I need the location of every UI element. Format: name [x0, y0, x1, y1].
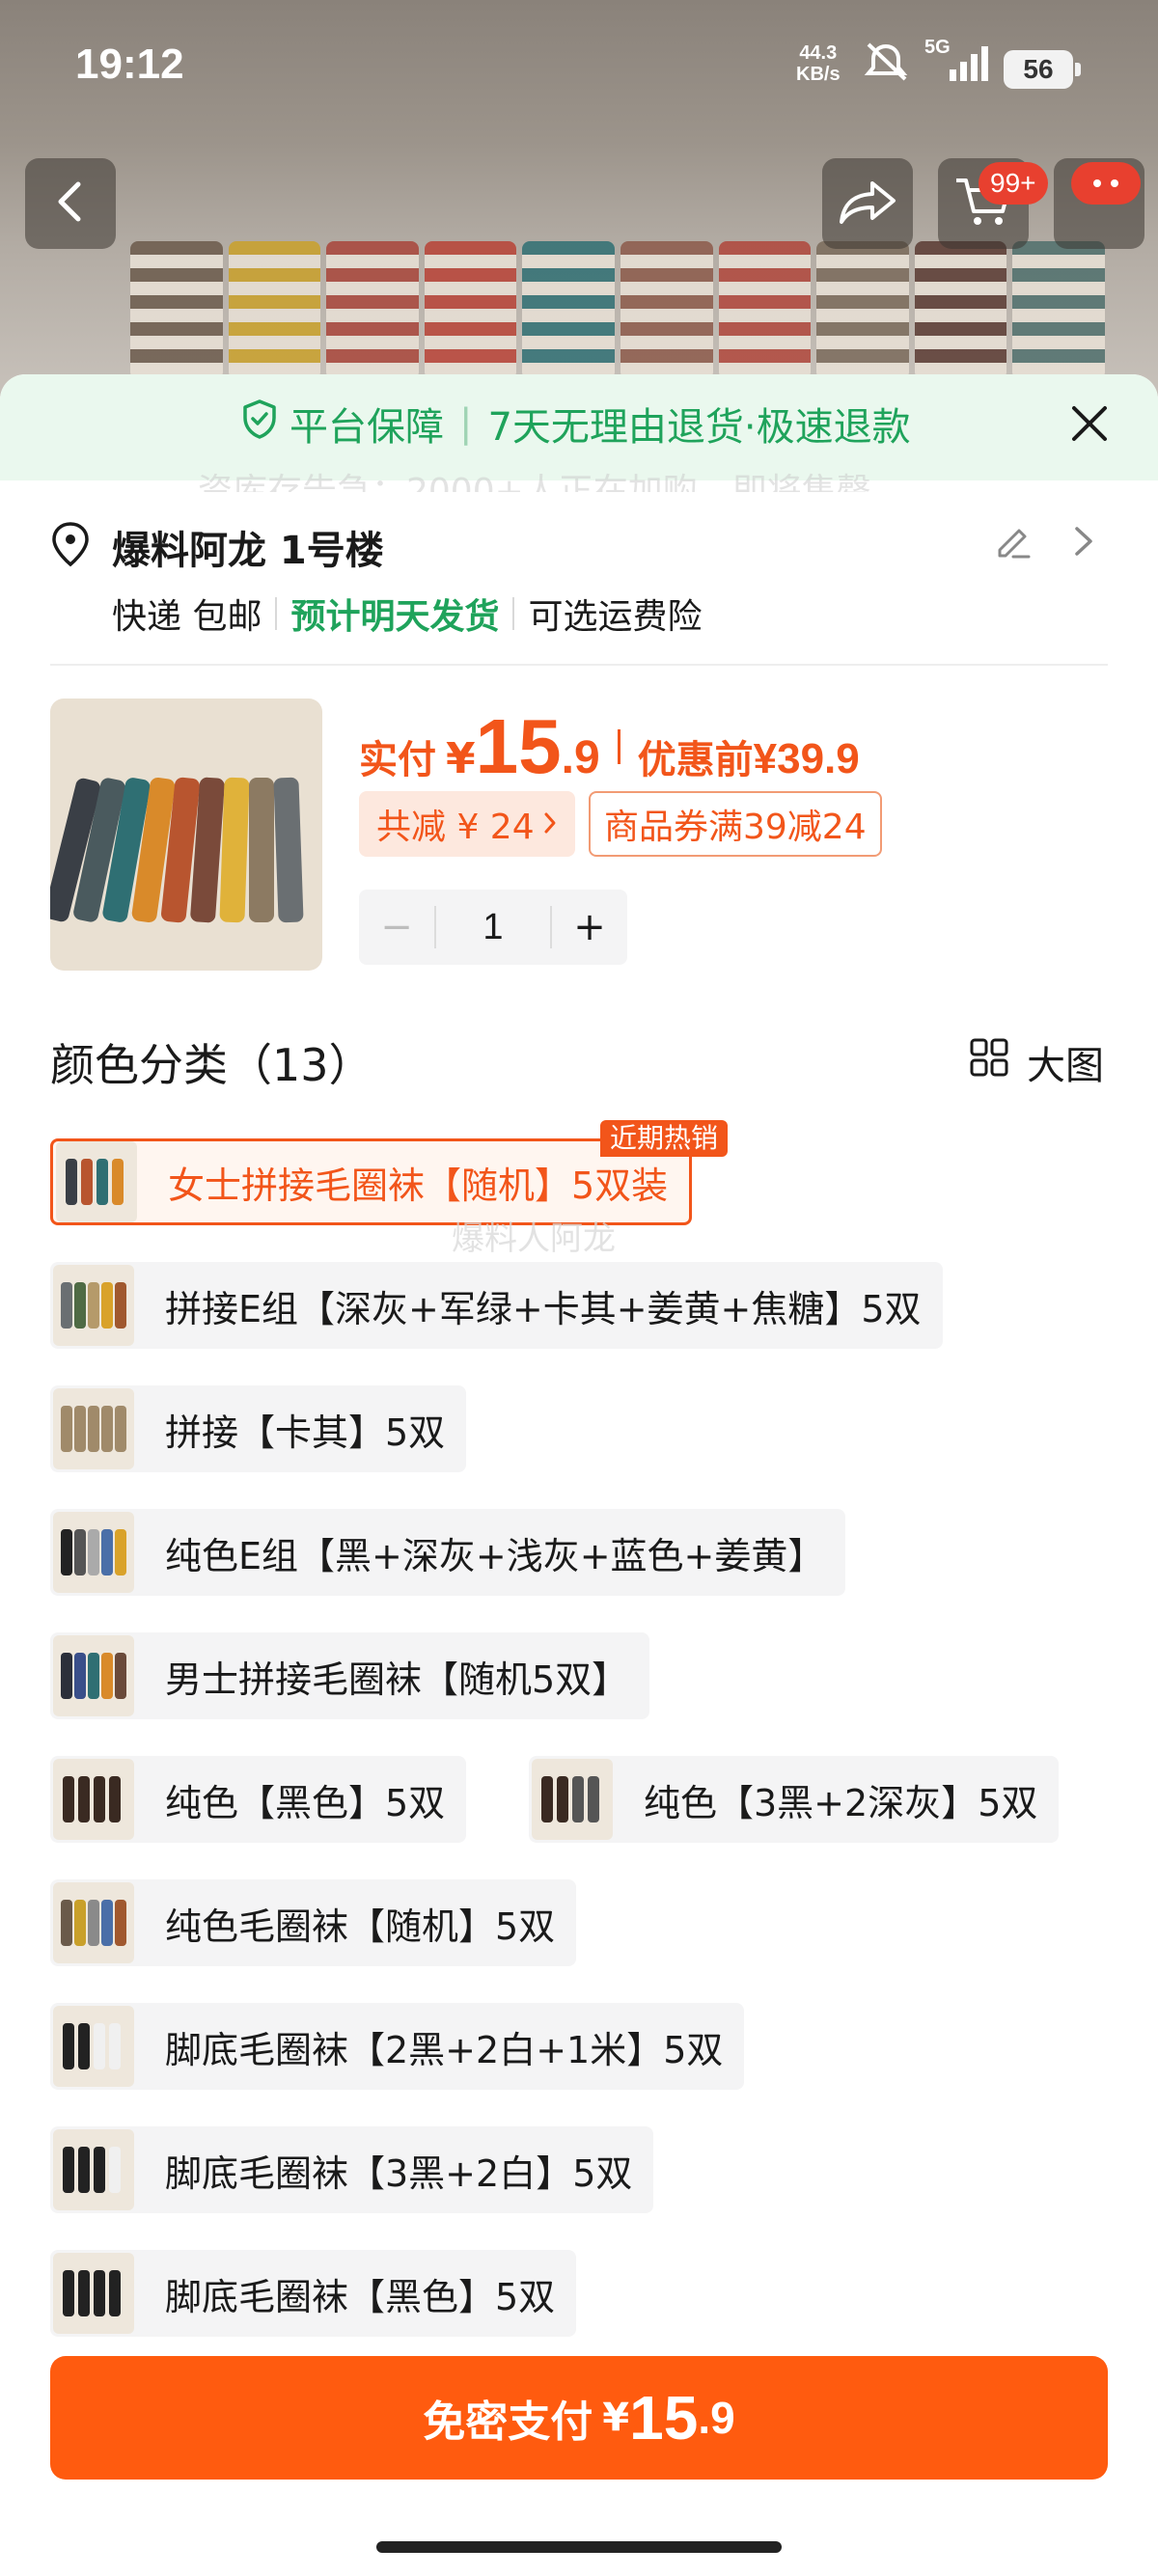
hot-sale-tag: 近期热销: [600, 1120, 729, 1157]
original-price-label: 优惠前: [637, 738, 754, 782]
address-name[interactable]: 爆料阿龙 1号楼: [112, 519, 384, 575]
sku-option[interactable]: 纯色E组【黑+深灰+浅灰+蓝色+姜黄】: [50, 1509, 846, 1596]
color-category-title: 颜色分类（13）: [50, 1039, 373, 1091]
sku-thumbnail: [53, 1759, 134, 1840]
guarantee-text: 7天无理由退货·极速退款: [487, 405, 911, 450]
decrease-button[interactable]: −: [359, 890, 434, 965]
discount-chip[interactable]: 共减 ¥ 24: [359, 791, 575, 857]
shipping-eta: 预计明天发货: [290, 597, 500, 637]
chevron-left-icon: [51, 178, 90, 229]
sku-option[interactable]: 男士拼接毛圈袜【随机5双】: [50, 1632, 650, 1719]
sku-thumbnail: [53, 1388, 134, 1469]
sku-thumbnail: [53, 1512, 134, 1593]
chevron-right-icon[interactable]: [1071, 525, 1096, 562]
back-button[interactable]: [25, 158, 116, 249]
cart-badge: 99+: [979, 162, 1048, 205]
close-icon: [1070, 404, 1109, 447]
sku-thumbnail: [53, 1265, 134, 1346]
shipping-insurance[interactable]: 可选运费险: [528, 589, 702, 639]
big-image-toggle[interactable]: 大图: [969, 1034, 1104, 1090]
quantity-stepper: − 1 +: [359, 890, 627, 965]
sku-thumbnail: [53, 2129, 134, 2210]
close-button[interactable]: [1063, 399, 1116, 452]
guarantee-title: 平台保障: [290, 405, 444, 450]
sku-option[interactable]: 脚底毛圈袜【黑色】5双: [50, 2250, 577, 2337]
message-badge: [1071, 162, 1141, 205]
coupon-chip[interactable]: 商品券满39减24: [589, 791, 882, 857]
sku-thumbnail: [56, 1141, 137, 1222]
sku-option[interactable]: 脚底毛圈袜【3黑+2白】5双: [50, 2126, 654, 2213]
location-pin-icon: [50, 521, 91, 571]
sku-option[interactable]: 拼接【卡其】5双: [50, 1385, 467, 1472]
quantity-value[interactable]: 1: [434, 906, 552, 948]
status-time: 19:12: [75, 41, 184, 88]
share-icon: [838, 178, 897, 230]
price-row: 实付 ¥ 15 .9 优惠前 ¥39.9: [359, 703, 860, 789]
shipping-info: 快递 包邮 预计明天发货 可选运费险: [112, 589, 702, 639]
chevron-right-small-icon: [542, 805, 558, 844]
status-bar: 19:12 44.3 KB/s 5G 56: [0, 0, 1158, 125]
pay-label: 实付: [359, 738, 436, 782]
scrolling-notice: 资库存告急：2000+人正在加购，即将售罄: [198, 472, 871, 492]
sku-option[interactable]: 纯色【3黑+2深灰】5双: [529, 1756, 1060, 1843]
increase-button[interactable]: +: [552, 890, 627, 965]
share-button[interactable]: [822, 158, 913, 249]
sku-option[interactable]: 脚底毛圈袜【2黑+2白+1米】5双: [50, 2003, 745, 2090]
shield-check-icon: [241, 398, 278, 449]
mute-icon: [861, 41, 911, 87]
sku-option[interactable]: 拼接E组【深灰+军绿+卡其+姜黄+焦糖】5双: [50, 1262, 943, 1349]
original-price: ¥39.9: [753, 735, 860, 782]
sku-thumbnail: [53, 1882, 134, 1963]
signal-icon: 5G: [924, 37, 992, 85]
sku-sheet: 平台保障 | 7天无理由退货·极速退款 资库存告急：2000+人正在加购，即将售…: [0, 374, 1158, 2576]
shipping-method: 快递 包邮: [112, 597, 262, 637]
watermark: 爆料人阿龙: [452, 1219, 616, 1258]
edit-icon[interactable]: [992, 521, 1033, 565]
product-thumbnail[interactable]: [50, 699, 322, 971]
divider: [50, 664, 1108, 666]
grid-icon: [969, 1037, 1009, 1087]
battery-indicator: 56: [1004, 50, 1081, 89]
sku-option[interactable]: 纯色毛圈袜【随机】5双: [50, 1879, 577, 1966]
price-decimal: .9: [561, 732, 600, 783]
network-speed: 44.3 KB/s: [796, 42, 841, 85]
pay-button[interactable]: 免密支付 ¥ 15 .9: [50, 2356, 1108, 2480]
price-integer: 15: [475, 703, 562, 789]
sku-option[interactable]: 纯色【黑色】5双: [50, 1756, 467, 1843]
sku-thumbnail: [532, 1759, 613, 1840]
sku-thumbnail: [53, 1635, 134, 1716]
home-indicator[interactable]: [376, 2541, 782, 2553]
socks-photo: [130, 241, 1105, 376]
sku-thumbnail: [53, 2253, 134, 2334]
sku-thumbnail: [53, 2006, 134, 2087]
